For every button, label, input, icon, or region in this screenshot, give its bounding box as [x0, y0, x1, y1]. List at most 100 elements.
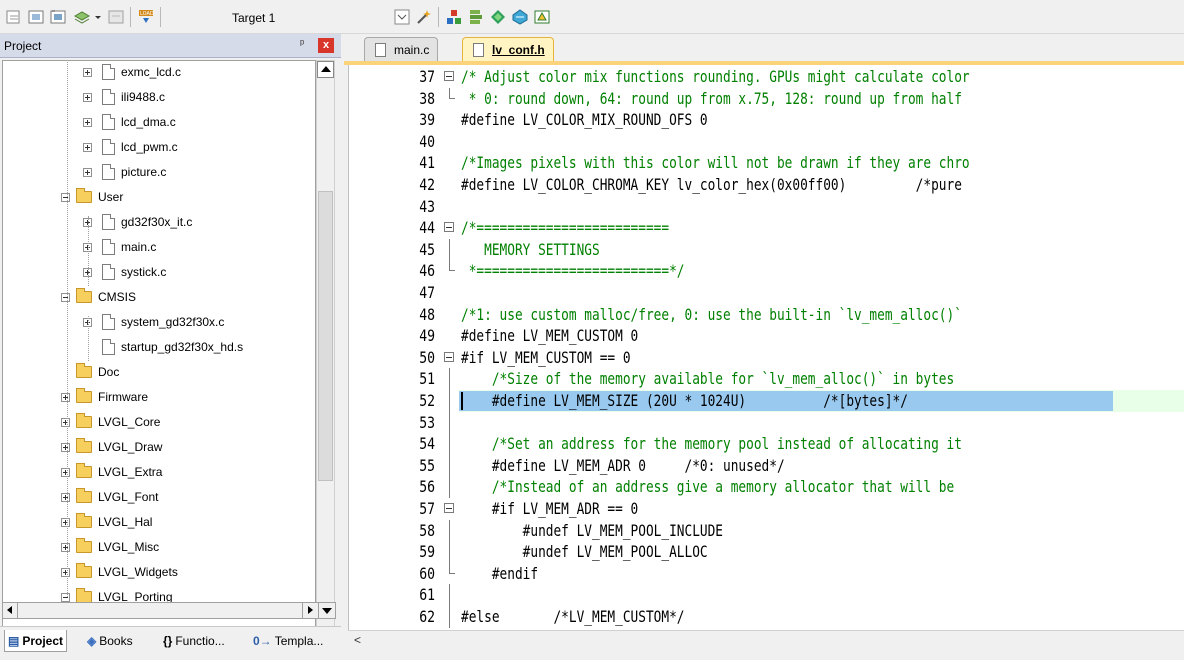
- scroll-down-icon[interactable]: [318, 603, 335, 618]
- batch-build-icon[interactable]: [72, 7, 92, 27]
- tree-file[interactable]: lcd_pwm.c: [83, 136, 178, 158]
- stop-build-icon[interactable]: [106, 7, 126, 27]
- tree-folder[interactable]: User: [61, 186, 123, 208]
- code-line[interactable]: 52 #define LV_MEM_SIZE (20U * 1024U) /*[…: [349, 390, 1184, 412]
- code-line[interactable]: 59 #undef LV_MEM_POOL_ALLOC: [349, 541, 1184, 564]
- code-line[interactable]: 42 #define LV_COLOR_CHROMA_KEY lv_color_h…: [349, 174, 1184, 196]
- expander-icon[interactable]: [61, 542, 70, 552]
- tree-folder[interactable]: LVGL_Hal: [61, 511, 152, 533]
- code-line[interactable]: 61: [349, 584, 1184, 607]
- tree-file[interactable]: lcd_dma.c: [83, 111, 176, 133]
- expander-icon[interactable]: [83, 67, 92, 77]
- tree-file[interactable]: system_gd32f30x.c: [83, 311, 224, 333]
- code-line[interactable]: 45 MEMORY SETTINGS: [349, 238, 1184, 261]
- fold-gutter[interactable]: [439, 217, 459, 239]
- code-line[interactable]: 46 *=========================*/: [349, 260, 1184, 282]
- code-line[interactable]: 44 /*=========================: [349, 217, 1184, 239]
- tree-vertical-scrollbar[interactable]: [316, 60, 335, 636]
- code-line[interactable]: 43: [349, 196, 1184, 218]
- expander-icon[interactable]: [83, 92, 92, 102]
- code-line[interactable]: 41 /*Images pixels with this color will n…: [349, 152, 1184, 174]
- tab-templates[interactable]: 0→ Templa...: [250, 630, 326, 652]
- tab-project[interactable]: ▤ Project: [4, 630, 68, 652]
- code-line[interactable]: 50 #if LV_MEM_CUSTOM == 0: [349, 347, 1184, 369]
- target-label[interactable]: Target 1: [232, 11, 275, 25]
- chevron-down-icon[interactable]: [92, 7, 104, 27]
- fold-gutter[interactable]: [439, 347, 459, 369]
- code-editor[interactable]: 37 /* Adjust color mix functions rounding…: [348, 65, 1184, 630]
- tree-folder[interactable]: CMSIS: [61, 286, 136, 308]
- tree-folder[interactable]: LVGL_Font: [61, 486, 158, 508]
- options-icon[interactable]: [392, 7, 412, 27]
- expander-icon[interactable]: [61, 492, 70, 502]
- code-line[interactable]: 48 /*1: use custom malloc/free, 0: use th…: [349, 304, 1184, 326]
- expander-icon[interactable]: [61, 417, 70, 427]
- tree-folder[interactable]: Firmware: [61, 386, 148, 408]
- expander-icon[interactable]: [61, 517, 70, 527]
- code-line[interactable]: 58 #undef LV_MEM_POOL_INCLUDE: [349, 519, 1184, 542]
- code-line[interactable]: 47: [349, 282, 1184, 304]
- tree-folder[interactable]: LVGL_Draw: [61, 436, 162, 458]
- event-recorder-icon[interactable]: [510, 7, 530, 27]
- editor-horizontal-scrollbar[interactable]: <: [348, 630, 1184, 648]
- tab-lv-conf-h[interactable]: lv_conf.h: [462, 37, 554, 62]
- expander-icon[interactable]: [61, 592, 70, 602]
- tree-file[interactable]: gd32f30x_it.c: [83, 211, 192, 233]
- tree-folder[interactable]: LVGL_Core: [61, 411, 160, 433]
- code-line[interactable]: 51 /*Size of the memory available for `l…: [349, 368, 1184, 391]
- code-line[interactable]: 49 #define LV_MEM_CUSTOM 0: [349, 325, 1184, 347]
- scroll-right-icon[interactable]: [302, 603, 317, 618]
- code-line[interactable]: 60 #endif: [349, 562, 1184, 585]
- tree-file[interactable]: ili9488.c: [83, 86, 165, 108]
- code-line[interactable]: 39 #define LV_COLOR_MIX_ROUND_OFS 0: [349, 109, 1184, 131]
- pack-installer-icon[interactable]: [466, 7, 486, 27]
- code-line[interactable]: 53: [349, 411, 1184, 434]
- tree-folder[interactable]: LVGL_Extra: [61, 461, 162, 483]
- manage-components-icon[interactable]: [444, 7, 464, 27]
- code-line[interactable]: 38 * 0: round down, 64: round up from x.…: [349, 87, 1184, 110]
- build-icon[interactable]: [26, 7, 46, 27]
- scrollbar-thumb[interactable]: [318, 191, 333, 481]
- code-line[interactable]: 57 #if LV_MEM_ADR == 0: [349, 498, 1184, 520]
- tree-horizontal-scrollbar[interactable]: [2, 602, 336, 619]
- wand-icon[interactable]: [414, 7, 434, 27]
- tree-file[interactable]: main.c: [83, 236, 156, 258]
- fold-collapse-icon[interactable]: [444, 351, 454, 362]
- tree-folder[interactable]: Doc: [61, 361, 119, 383]
- expander-icon[interactable]: [61, 442, 70, 452]
- fold-collapse-icon[interactable]: [444, 503, 454, 513]
- tree-folder[interactable]: LVGL_Widgets: [61, 561, 178, 583]
- code-line[interactable]: 62 #else /*LV_MEM_CUSTOM*/: [349, 606, 1184, 628]
- pin-icon[interactable]: ᵖ: [300, 38, 312, 52]
- expander-icon[interactable]: [61, 392, 70, 402]
- scroll-left-icon[interactable]: [3, 603, 18, 618]
- download-icon[interactable]: LOAD: [136, 7, 156, 27]
- tree-file[interactable]: startup_gd32f30x_hd.s: [83, 336, 243, 358]
- close-icon[interactable]: x: [318, 38, 334, 53]
- code-line[interactable]: 40: [349, 131, 1184, 153]
- tree-file[interactable]: picture.c: [83, 161, 166, 183]
- tree-file[interactable]: exmc_lcd.c: [83, 61, 181, 83]
- tree-file[interactable]: systick.c: [83, 261, 166, 283]
- rebuild-icon[interactable]: [48, 7, 68, 27]
- expander-icon[interactable]: [61, 292, 70, 302]
- code-line[interactable]: 54 /*Set an address for the memory pool …: [349, 433, 1184, 456]
- tab-functions[interactable]: {} Functio...: [160, 630, 228, 652]
- expander-icon[interactable]: [61, 467, 70, 477]
- fold-gutter[interactable]: [439, 498, 459, 520]
- code-line[interactable]: 37 /* Adjust color mix functions rounding…: [349, 66, 1184, 88]
- expander-icon[interactable]: [61, 192, 70, 202]
- tab-main-c[interactable]: main.c: [364, 37, 439, 62]
- expander-icon[interactable]: [83, 142, 92, 152]
- fold-gutter[interactable]: [439, 66, 459, 88]
- select-packs-icon[interactable]: [488, 7, 508, 27]
- fold-collapse-icon[interactable]: [444, 222, 454, 233]
- tree-folder[interactable]: LVGL_Misc: [61, 536, 159, 558]
- expander-icon[interactable]: [83, 117, 92, 127]
- scroll-left-icon[interactable]: <: [354, 633, 361, 647]
- expander-icon[interactable]: [61, 567, 70, 577]
- translate-icon[interactable]: [4, 7, 24, 27]
- code-line[interactable]: 55 #define LV_MEM_ADR 0 /*0: unused*/: [349, 454, 1184, 477]
- scroll-up-icon[interactable]: [317, 61, 334, 78]
- tab-books[interactable]: ◈ Books: [84, 630, 136, 652]
